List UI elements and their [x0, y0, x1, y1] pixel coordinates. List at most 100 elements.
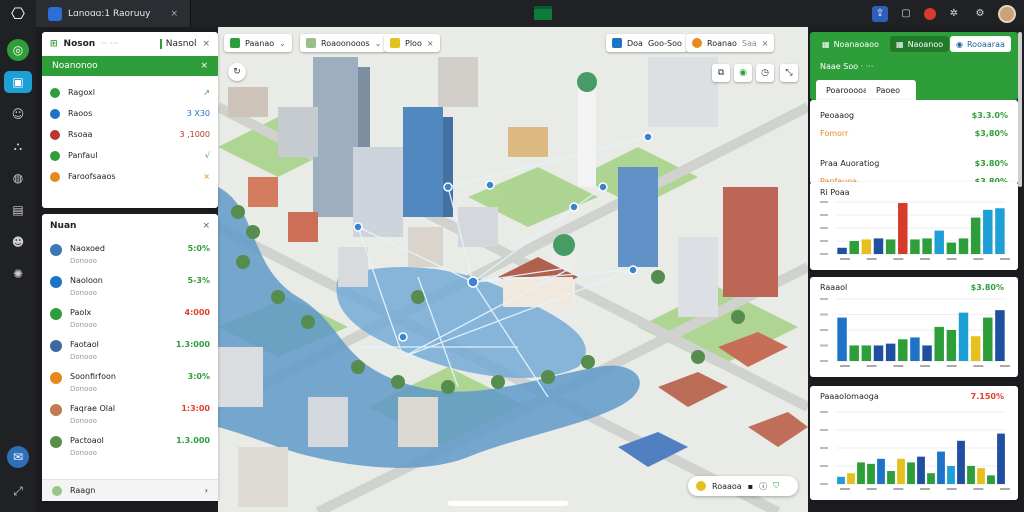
bar[interactable]: [917, 456, 925, 484]
layer-item[interactable]: Ragoxl ↗: [42, 82, 218, 103]
bar[interactable]: [837, 247, 847, 254]
share-icon[interactable]: ⇪: [872, 5, 888, 22]
bar[interactable]: [897, 458, 905, 484]
layer-item[interactable]: Panfaul √: [42, 145, 218, 166]
bar[interactable]: [885, 343, 896, 361]
bar[interactable]: [957, 440, 965, 484]
bar[interactable]: [910, 239, 920, 254]
tab-3[interactable]: ◉ Rooaaraa: [950, 36, 1011, 52]
drag-handle-icon[interactable]: [534, 6, 552, 20]
bar[interactable]: [837, 476, 845, 484]
history-icon[interactable]: ◷: [756, 64, 774, 82]
app-logo-icon[interactable]: ⎔: [0, 0, 36, 27]
copy-icon[interactable]: ⧉: [712, 64, 730, 82]
close-icon[interactable]: ×: [171, 9, 179, 19]
bar[interactable]: [958, 312, 969, 361]
bar[interactable]: [885, 239, 896, 254]
bar[interactable]: [958, 238, 969, 254]
data-icon[interactable]: [612, 38, 622, 48]
map-canvas[interactable]: [218, 27, 808, 512]
highlight-bar[interactable]: Noanonoo ×: [42, 56, 218, 76]
home-icon[interactable]: ◎: [7, 39, 29, 61]
list-item[interactable]: Paolx Donooo 4:000: [42, 302, 218, 334]
gear-icon[interactable]: ⚙: [972, 6, 988, 22]
avatar[interactable]: [998, 4, 1016, 23]
chevron-icon[interactable]: ⌄: [279, 39, 286, 48]
bar[interactable]: [877, 458, 885, 484]
tab-1[interactable]: ▦ Noanaoaoo: [816, 36, 885, 52]
map-footer-label[interactable]: Roaaoa: [712, 482, 742, 491]
close-icon[interactable]: ×: [200, 61, 208, 71]
route-icon[interactable]: [306, 38, 316, 48]
tab-2[interactable]: ▦ Naoanoo: [890, 36, 950, 52]
info-icon[interactable]: ⓘ: [759, 481, 767, 492]
close-icon[interactable]: ×: [427, 39, 434, 48]
bar[interactable]: [927, 473, 935, 484]
bar[interactable]: [946, 242, 957, 254]
map-icon[interactable]: ▣: [4, 71, 32, 93]
globe-icon[interactable]: ◍: [7, 167, 29, 189]
list-item[interactable]: Faotaol Donooo 1.3:000: [42, 334, 218, 366]
bar[interactable]: [873, 345, 884, 362]
bar[interactable]: [898, 339, 908, 361]
document-icon[interactable]: ▤: [7, 199, 29, 221]
bar[interactable]: [887, 471, 895, 484]
bar[interactable]: [847, 473, 855, 484]
list-item[interactable]: Faqrae Olal Donooo 1:3:00: [42, 398, 218, 430]
bar[interactable]: [910, 337, 920, 361]
chevron-icon[interactable]: ⌄: [375, 39, 382, 48]
map-tool-6[interactable]: Roanao: [707, 39, 737, 48]
location-icon[interactable]: [696, 481, 706, 491]
bar[interactable]: [934, 230, 944, 254]
check-icon[interactable]: ◉: [734, 64, 752, 82]
bar[interactable]: [997, 433, 1005, 484]
filter-label[interactable]: Nasnol: [159, 39, 196, 49]
window-icon[interactable]: ▢: [898, 6, 914, 22]
bar[interactable]: [947, 466, 955, 484]
tab-b[interactable]: Paoeo: [866, 80, 916, 100]
bar[interactable]: [873, 238, 884, 254]
bar[interactable]: [898, 203, 908, 254]
map-scrollbar[interactable]: [448, 501, 568, 506]
bar[interactable]: [977, 468, 985, 484]
bar[interactable]: [937, 451, 945, 484]
expand-icon[interactable]: ⤢: [7, 480, 29, 502]
city-map[interactable]: [218, 27, 808, 512]
map-tool-1[interactable]: Paanao: [245, 39, 274, 48]
layers-icon[interactable]: [230, 38, 240, 48]
settings-icon[interactable]: ✲: [946, 6, 962, 22]
close-icon[interactable]: ×: [762, 39, 769, 48]
bar[interactable]: [970, 336, 981, 361]
list-item[interactable]: Naoloon Donooo 5-3%: [42, 270, 218, 302]
map-tool-4[interactable]: Doa: [627, 39, 643, 48]
bar[interactable]: [861, 239, 872, 254]
close-icon[interactable]: ×: [202, 221, 210, 231]
bar[interactable]: [983, 209, 993, 254]
close-icon[interactable]: ×: [202, 39, 210, 49]
bar[interactable]: [849, 345, 859, 362]
shield-icon[interactable]: ⛉: [773, 481, 779, 491]
bar[interactable]: [967, 466, 975, 484]
bar[interactable]: [995, 310, 1005, 361]
bar[interactable]: [867, 463, 875, 484]
network-icon[interactable]: ⛬: [7, 135, 29, 157]
notification-icon[interactable]: ✉: [7, 446, 29, 468]
bar[interactable]: [849, 241, 859, 254]
chevron-right-icon[interactable]: ›: [205, 486, 208, 495]
bar[interactable]: [983, 317, 993, 361]
bar[interactable]: [857, 462, 865, 484]
bar[interactable]: [934, 326, 944, 361]
app-tab[interactable]: Lɑnoɑɑ:1 Raoruuy ×: [36, 0, 192, 27]
bar[interactable]: [861, 345, 872, 362]
refresh-icon[interactable]: ↻: [228, 63, 246, 81]
map-tool-5[interactable]: Goo-Soo: [648, 39, 682, 48]
list-item[interactable]: Pactoaol Donooo 1.3.000: [42, 430, 218, 462]
bar[interactable]: [907, 462, 915, 484]
bar[interactable]: [987, 475, 995, 484]
chat-icon[interactable]: ☻: [7, 231, 29, 253]
items-panel-footer[interactable]: Raagn ›: [42, 479, 218, 501]
layer-item[interactable]: Raoos 3 X30: [42, 103, 218, 124]
bar[interactable]: [946, 330, 957, 361]
list-item[interactable]: Soonfirfoon Donooo 3:0%: [42, 366, 218, 398]
map-tool-3[interactable]: Ploo: [405, 39, 422, 48]
